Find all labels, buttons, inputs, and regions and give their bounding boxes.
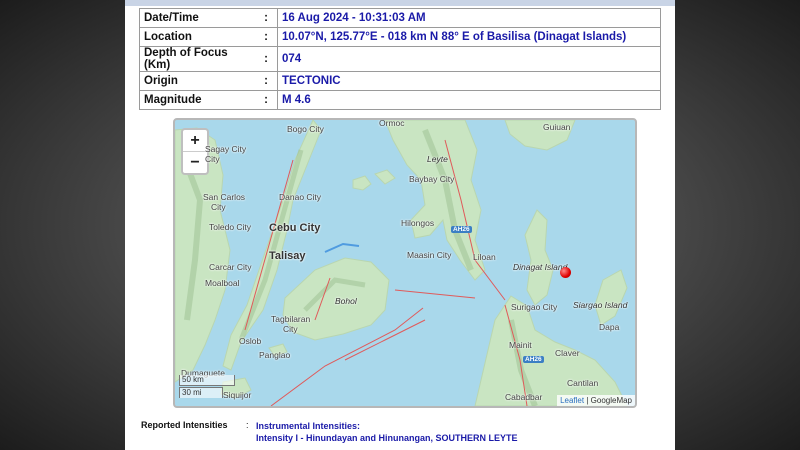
map-label-baybay: Baybay City	[409, 174, 455, 184]
googlemap-text: GoogleMap	[590, 396, 632, 405]
separator: :	[255, 90, 278, 110]
earthquake-info-table: Date/Time : 16 Aug 2024 - 10:31:03 AM Lo…	[139, 8, 661, 110]
leaflet-link[interactable]: Leaflet	[560, 396, 584, 405]
map-label-oslob: Oslob	[239, 336, 262, 346]
magnitude-label: Magnitude	[139, 90, 255, 110]
map-label-carcar: Carcar City	[209, 262, 252, 272]
map-label-cabadbaran: Cabadbar	[505, 392, 543, 402]
map-label-cebu: Cebu City	[269, 222, 321, 234]
map-attribution: Leaflet | GoogleMap	[557, 395, 635, 406]
separator: :	[255, 8, 278, 28]
depth-value: 074	[277, 46, 661, 72]
map-label-hilongos: Hilongos	[401, 218, 435, 228]
map-label-leyte: Leyte	[427, 154, 448, 164]
separator: :	[255, 46, 278, 72]
epicenter-map[interactable]: + − Bogo City Ormoc Guiuan Sagay City Ci…	[173, 118, 637, 408]
map-label-claver: Claver	[555, 348, 580, 358]
info-row-depth: Depth of Focus (Km) : 074	[139, 46, 661, 72]
datetime-value: 16 Aug 2024 - 10:31:03 AM	[277, 8, 661, 28]
epicenter-marker[interactable]	[560, 267, 571, 278]
map-scale: 50 km 30 mi	[179, 375, 235, 399]
map-label-guiuan: Guiuan	[543, 122, 571, 132]
reported-separator: :	[246, 420, 249, 430]
map-label-city: City	[205, 154, 220, 164]
zoom-out-button[interactable]: −	[183, 152, 207, 173]
info-row-datetime: Date/Time : 16 Aug 2024 - 10:31:03 AM	[139, 8, 661, 28]
map-label-maasin: Maasin City	[407, 250, 452, 260]
road-badge: AH26	[451, 226, 472, 233]
origin-value: TECTONIC	[277, 71, 661, 91]
map-label-bogo: Bogo City	[287, 124, 324, 134]
datetime-label: Date/Time	[139, 8, 255, 28]
map-label-city2: City	[211, 202, 226, 212]
separator: :	[255, 71, 278, 91]
map-label-city3: City	[283, 324, 298, 334]
map-label-cantilan: Cantilan	[567, 378, 599, 388]
info-row-magnitude: Magnitude : M 4.6	[139, 90, 661, 110]
scale-mi: 30 mi	[179, 387, 223, 398]
map-label-siargao: Siargao Island	[573, 300, 628, 310]
map-label-toledo: Toledo City	[209, 222, 252, 232]
reported-intensities-values: Instrumental Intensities: Intensity I - …	[256, 420, 518, 444]
map-label-dapa: Dapa	[599, 322, 620, 332]
reported-intensities-label: Reported Intensities	[141, 420, 228, 430]
depth-label: Depth of Focus (Km)	[139, 46, 255, 72]
map-label-panglao: Panglao	[259, 350, 291, 360]
origin-label: Origin	[139, 71, 255, 91]
bulletin-page: Date/Time : 16 Aug 2024 - 10:31:03 AM Lo…	[125, 0, 675, 450]
intensity-line: Intensity I - Hinundayan and Hinunangan,…	[256, 433, 518, 443]
map-label-moalboal: Moalboal	[205, 278, 240, 288]
zoom-in-button[interactable]: +	[183, 130, 207, 152]
location-label: Location	[139, 27, 255, 47]
map-label-bohol: Bohol	[335, 296, 357, 306]
map-label-surigao: Surigao City	[511, 302, 558, 312]
scale-km: 50 km	[179, 375, 235, 386]
map-label-tagbilaran: Tagbilaran	[271, 314, 311, 324]
map-label-liloan: Liloan	[473, 252, 496, 262]
map-label-ormoc: Ormoc	[379, 118, 405, 128]
info-row-location: Location : 10.07°N, 125.77°E - 018 km N …	[139, 27, 661, 47]
top-bar	[125, 0, 675, 6]
map-label-sagay: Sagay City	[205, 144, 247, 154]
instrumental-heading: Instrumental Intensities:	[256, 421, 361, 431]
map-label-san-carlos: San Carlos	[203, 192, 246, 202]
map-label-danao: Danao City	[279, 192, 322, 202]
map-label-talisay: Talisay	[269, 250, 306, 262]
road-badge: AH26	[523, 356, 544, 363]
map-label-mainit: Mainit	[509, 340, 532, 350]
location-value: 10.07°N, 125.77°E - 018 km N 88° E of Ba…	[277, 27, 661, 47]
magnitude-value: M 4.6	[277, 90, 661, 110]
separator: :	[255, 27, 278, 47]
info-row-origin: Origin : TECTONIC	[139, 71, 661, 91]
